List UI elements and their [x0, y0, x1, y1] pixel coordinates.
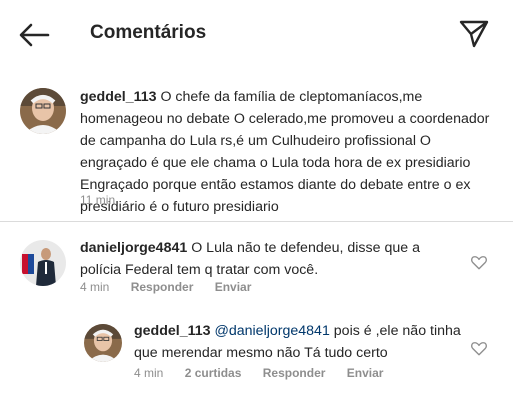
- avatar[interactable]: [20, 88, 66, 134]
- reply-meta: 4 min 2 curtidas Responder Enviar: [134, 366, 401, 380]
- caption-meta: 11 min: [80, 193, 133, 207]
- reply-time: 4 min: [134, 366, 164, 380]
- caption-username[interactable]: geddel_113: [80, 89, 157, 105]
- heart-icon[interactable]: [470, 253, 488, 271]
- reply-text: geddel_113 @danieljorge4841 pois é ,ele …: [134, 320, 464, 364]
- reply-button[interactable]: Responder: [131, 280, 194, 294]
- heart-icon[interactable]: [470, 339, 488, 357]
- likes-count[interactable]: 2 curtidas: [185, 366, 242, 380]
- send-button[interactable]: Enviar: [347, 366, 384, 380]
- comment-time: 4 min: [80, 280, 110, 294]
- reply-mention[interactable]: @danieljorge4841: [214, 323, 329, 339]
- reply-button[interactable]: Responder: [263, 366, 326, 380]
- comment-meta: 4 min Responder Enviar: [80, 280, 269, 294]
- comment-username[interactable]: danieljorge4841: [80, 240, 187, 256]
- caption-time: 11 min: [80, 193, 116, 207]
- send-button[interactable]: Enviar: [215, 280, 252, 294]
- caption-text: geddel_113 O chefe da família de cleptom…: [80, 86, 490, 218]
- reply-username[interactable]: geddel_113: [134, 323, 211, 339]
- avatar[interactable]: [84, 324, 122, 362]
- arrow-left-icon[interactable]: [18, 22, 50, 48]
- divider: [0, 221, 513, 222]
- page-title: Comentários: [90, 22, 207, 43]
- avatar[interactable]: [20, 240, 66, 286]
- top-bar: Comentários: [0, 0, 513, 68]
- caption-body: O chefe da família de cleptomaníacos,me …: [80, 89, 490, 215]
- paper-plane-icon[interactable]: [458, 18, 490, 50]
- comment-text: danieljorge4841 O Lula não te defendeu, …: [80, 237, 460, 281]
